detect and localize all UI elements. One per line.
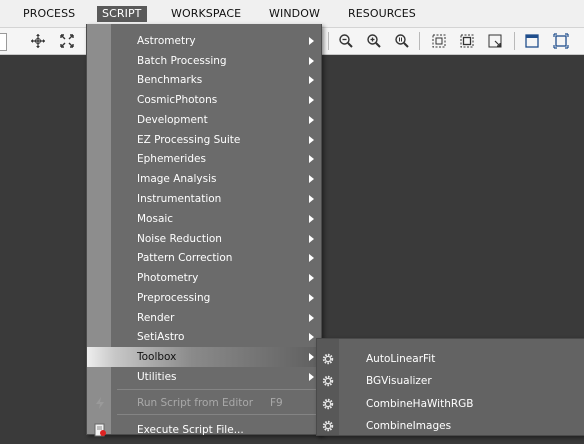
menu-item-ephemerides[interactable]: Ephemerides [87, 149, 321, 169]
submenu-arrow-icon [309, 76, 314, 84]
menu-item-pattern-correction[interactable]: Pattern Correction [87, 248, 321, 268]
gear-icon [321, 352, 335, 366]
submenu-arrow-icon [309, 175, 314, 183]
select-icon[interactable] [430, 32, 448, 50]
menu-item-batch-processing[interactable]: Batch Processing [87, 51, 321, 71]
submenu-arrow-icon [309, 37, 314, 45]
menu-item-execute-script-file[interactable]: Execute Script File... [87, 420, 321, 440]
menu-item-label: Benchmarks [137, 74, 203, 86]
menu-separator [117, 389, 317, 390]
menu-item-label: SetiAstro [137, 331, 185, 343]
menu-item-label: Ephemerides [137, 153, 206, 165]
submenu-arrow-icon [309, 333, 314, 341]
submenu-item-label: AutoLinearFit [366, 353, 436, 365]
crop-icon[interactable] [458, 32, 476, 50]
menu-item-instrumentation[interactable]: Instrumentation [87, 189, 321, 209]
submenu-item-combinehawithrgb[interactable]: CombineHaWithRGB [317, 393, 584, 415]
menu-item-label: Batch Processing [137, 55, 227, 67]
menu-item-cosmicphotons[interactable]: CosmicPhotons [87, 90, 321, 110]
menu-item-label: Instrumentation [137, 193, 222, 205]
zoom-in-icon[interactable] [365, 32, 383, 50]
menu-item-benchmarks[interactable]: Benchmarks [87, 70, 321, 90]
lightning-icon [93, 396, 107, 410]
submenu-item-bgvisualizer[interactable]: BGVisualizer [317, 370, 584, 392]
submenu-arrow-icon [309, 215, 314, 223]
menu-item-label: Toolbox [137, 351, 177, 363]
gear-icon [321, 419, 335, 433]
submenu-arrow-icon [309, 116, 314, 124]
menu-process[interactable]: PROCESS [18, 6, 80, 22]
submenu-arrow-icon [309, 373, 314, 381]
submenu-arrow-icon [309, 96, 314, 104]
fit-icon[interactable] [58, 32, 76, 50]
submenu-arrow-icon [309, 195, 314, 203]
menu-item-label: Development [137, 114, 208, 126]
maximize-icon[interactable] [552, 32, 570, 50]
submenu-arrow-icon [309, 314, 314, 322]
menu-item-astrometry[interactable]: Astrometry [87, 31, 321, 51]
menu-resources[interactable]: RESOURCES [343, 6, 421, 22]
submenu-arrow-icon [309, 155, 314, 163]
menu-item-toolbox[interactable]: Toolbox [87, 347, 321, 367]
script-file-icon [93, 423, 107, 437]
menu-item-noise-reduction[interactable]: Noise Reduction [87, 229, 321, 249]
menu-item-label: Render [137, 312, 175, 324]
submenu-item-label: BGVisualizer [366, 375, 432, 387]
menu-item-label: Noise Reduction [137, 233, 222, 245]
menu-item-label: Run Script from Editor [137, 397, 254, 409]
menu-item-utilities[interactable]: Utilities [87, 367, 321, 387]
expand-icon[interactable] [486, 32, 504, 50]
submenu-arrow-icon [309, 136, 314, 144]
menu-item-run-script-from-editor[interactable]: Run Script from Editor F9 [87, 393, 321, 413]
menu-item-label: Execute Script File... [137, 424, 244, 436]
menu-item-label: Image Analysis [137, 173, 217, 185]
window-icon[interactable] [523, 32, 541, 50]
menu-item-setiastro[interactable]: SetiAstro [87, 327, 321, 347]
gear-icon [321, 397, 335, 411]
submenu-arrow-icon [309, 235, 314, 243]
submenu-arrow-icon [309, 353, 314, 361]
submenu-arrow-icon [309, 294, 314, 302]
menu-item-label: CosmicPhotons [137, 94, 218, 106]
menu-workspace[interactable]: WORKSPACE [166, 6, 246, 22]
menu-item-development[interactable]: Development [87, 110, 321, 130]
gear-icon [321, 374, 335, 388]
menu-item-preprocessing[interactable]: Preprocessing [87, 288, 321, 308]
toolbar-combo[interactable] [0, 33, 7, 51]
menu-item-photometry[interactable]: Photometry [87, 268, 321, 288]
menu-window[interactable]: WINDOW [264, 6, 325, 22]
menu-item-label: Utilities [137, 371, 177, 383]
menu-item-image-analysis[interactable]: Image Analysis [87, 169, 321, 189]
script-menu: Astrometry Batch Processing Benchmarks C… [86, 24, 322, 437]
menu-item-label: Astrometry [137, 35, 196, 47]
menu-item-label: Preprocessing [137, 292, 211, 304]
menu-item-shortcut: F9 [270, 397, 283, 409]
menu-item-mosaic[interactable]: Mosaic [87, 209, 321, 229]
menu-separator [117, 414, 317, 415]
menu-item-label: Photometry [137, 272, 199, 284]
zoom-1to1-icon[interactable] [393, 32, 411, 50]
menu-item-label: Pattern Correction [137, 252, 233, 264]
menu-item-ez-processing-suite[interactable]: EZ Processing Suite [87, 130, 321, 150]
submenu-arrow-icon [309, 254, 314, 262]
submenu-item-label: CombineHaWithRGB [366, 398, 474, 410]
zoom-out-icon[interactable] [337, 32, 355, 50]
submenu-item-autolinearfit[interactable]: AutoLinearFit [317, 348, 584, 370]
menu-script[interactable]: SCRIPT [97, 6, 147, 22]
submenu-arrow-icon [309, 57, 314, 65]
toolbox-submenu: AutoLinearFit BGVisualizer CombineHaWith… [316, 338, 584, 436]
menu-item-label: Mosaic [137, 213, 174, 225]
menu-item-render[interactable]: Render [87, 308, 321, 328]
submenu-arrow-icon [309, 274, 314, 282]
menu-item-label: EZ Processing Suite [137, 134, 241, 146]
move-icon[interactable] [29, 32, 47, 50]
